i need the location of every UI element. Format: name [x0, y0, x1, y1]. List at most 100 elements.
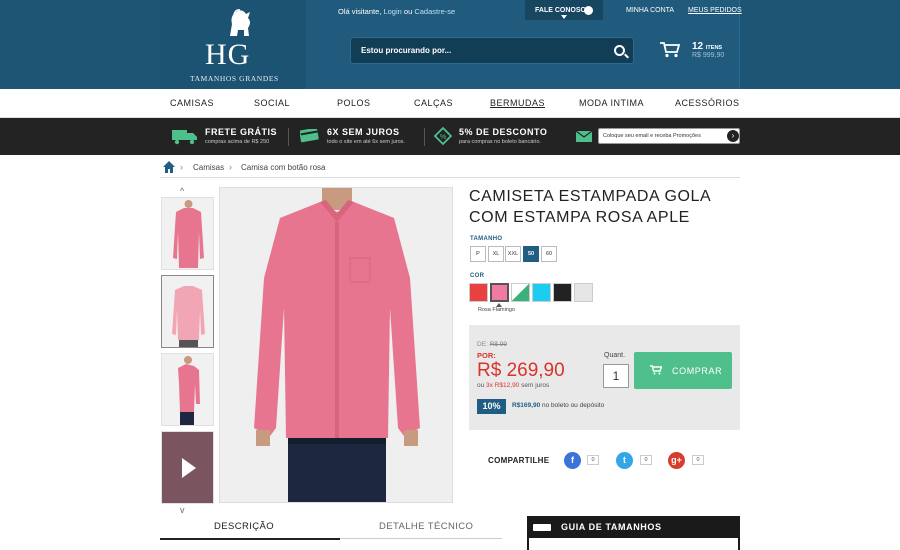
size-option-xl[interactable]: XL	[488, 246, 504, 262]
mail-icon	[576, 131, 592, 142]
size-guide-body	[529, 538, 738, 550]
newsletter-submit-button[interactable]: ›	[727, 130, 739, 142]
google-plus-share-icon[interactable]: g+	[668, 452, 685, 469]
size-guide-label: GUIA DE TAMANHOS	[561, 522, 662, 532]
welcome-prefix: Olá visitante,	[338, 7, 382, 16]
register-link[interactable]: Cadastre-se	[414, 7, 455, 16]
breadcrumb-item-current: Camisa com botão rosa	[241, 163, 326, 172]
color-swatch-white-green[interactable]	[511, 283, 530, 302]
logo-subtitle: TAMANHOS GRANDES	[190, 74, 279, 83]
nav-item-moda-intima[interactable]: MODA INTIMA	[579, 98, 644, 108]
account-link[interactable]: MINHA CONTA	[626, 7, 674, 14]
quantity-input[interactable]: 1	[603, 364, 629, 388]
size-option-60[interactable]: 60	[541, 246, 557, 262]
promo-sub-desconto: para compras no boleto bancário.	[459, 139, 541, 145]
tab-technical-details[interactable]: DETALHE TÉCNICO	[379, 521, 473, 532]
buy-label: COMPRAR	[672, 366, 723, 376]
home-icon[interactable]	[163, 161, 175, 173]
old-price: DE: R$ 99	[477, 341, 507, 348]
discount-value: R$169,90	[512, 402, 541, 409]
promo-title-frete: FRETE GRÁTIS	[205, 127, 278, 137]
old-price-value: R$ 99	[489, 341, 508, 348]
nav-item-camisas[interactable]: CAMISAS	[170, 98, 214, 108]
color-label: COR	[470, 273, 485, 279]
cart-items-label: ITENS	[705, 45, 723, 51]
discount-text: R$169,90 no boleto ou depósito	[512, 402, 604, 409]
installments: ou 3x R$12,90 sem juros	[477, 382, 549, 389]
newsletter-placeholder: Coloque seu email e receba Promoções	[603, 133, 701, 139]
shirt-side-thumbnail-icon	[162, 354, 213, 425]
caret-down-icon	[561, 15, 567, 19]
lion-logo-icon	[230, 9, 250, 36]
color-swatch-cyan[interactable]	[532, 283, 551, 302]
size-option-50[interactable]: 50	[523, 246, 539, 262]
color-swatch-black[interactable]	[553, 283, 572, 302]
main-nav: CAMISAS SOCIAL POLOS CALÇAS BERMUDAS MOD…	[0, 89, 900, 118]
pink-shirt-model-image	[220, 188, 452, 502]
credit-card-icon	[300, 129, 319, 143]
size-option-p[interactable]: P	[470, 246, 486, 262]
installments-suffix: sem juros	[521, 382, 550, 389]
share-label: COMPARTILHE	[488, 456, 550, 465]
facebook-share-icon[interactable]: f	[564, 452, 581, 469]
discount-badge: 10%	[477, 399, 506, 414]
color-swatch-light-gray[interactable]	[574, 283, 593, 302]
truck-icon	[172, 130, 197, 145]
google-plus-share-count: 0	[692, 455, 704, 465]
price: R$ 269,90	[477, 360, 565, 381]
promo-title-juros: 6X SEM JUROS	[327, 127, 400, 137]
chat-icon	[584, 6, 593, 15]
color-swatch-red[interactable]	[469, 283, 488, 302]
login-link[interactable]: Login	[383, 7, 401, 16]
nav-item-bermudas[interactable]: BERMUDAS	[490, 98, 545, 108]
breadcrumb-item-camisas[interactable]: Camisas	[193, 163, 224, 172]
size-option-xxl[interactable]: XXL	[505, 246, 521, 262]
search-input[interactable]: Estou procurando por...	[361, 46, 451, 55]
search-bar[interactable]: Estou procurando por...	[350, 37, 634, 64]
cart-total: R$ 999,90	[692, 52, 725, 59]
breadcrumb-separator-icon: ›	[180, 162, 183, 172]
cart-icon[interactable]	[660, 42, 680, 58]
tab-description[interactable]: DESCRIÇÃO	[214, 521, 274, 532]
new-price-label: POR:	[477, 351, 496, 360]
gallery-down-arrow-icon[interactable]: v	[180, 505, 185, 515]
promo-sub-frete: compras acima de R$ 250	[205, 139, 270, 145]
gallery-up-arrow-icon[interactable]: ^	[180, 186, 184, 196]
installments-prefix: ou	[477, 382, 485, 389]
welcome-text: Olá visitante, Login ou Cadastre-se	[338, 7, 455, 16]
twitter-share-icon[interactable]: t	[616, 452, 633, 469]
promo-divider	[288, 128, 289, 146]
discount-description: no boleto ou depósito	[542, 402, 605, 409]
tab-description-underline	[160, 538, 340, 540]
or-text: ou	[403, 7, 413, 16]
installments-value: 3x R$12,90	[486, 382, 520, 389]
breadcrumb-divider	[160, 177, 740, 178]
nav-item-calcas[interactable]: CALÇAS	[414, 98, 453, 108]
selected-color-name: Rosa Flamingo	[478, 307, 515, 313]
gallery-thumbnail[interactable]	[161, 353, 214, 426]
buy-button[interactable]: COMPRAR	[634, 352, 732, 389]
color-swatch-pink[interactable]	[490, 283, 509, 302]
gallery-thumbnail[interactable]	[161, 275, 214, 348]
tab-technical-underline	[340, 538, 502, 539]
facebook-share-count: 0	[587, 455, 599, 465]
nav-item-acessorios[interactable]: ACESSÓRIOS	[675, 98, 740, 108]
size-guide-panel[interactable]: GUIA DE TAMANHOS	[527, 516, 740, 550]
search-icon[interactable]	[614, 45, 625, 56]
svg-text:%: %	[440, 134, 446, 141]
cart-count[interactable]: 12 ITENS	[692, 41, 722, 52]
orders-link[interactable]: MEUS PEDIDOS	[688, 7, 742, 14]
logo-text: HG	[205, 38, 251, 71]
breadcrumb-separator-icon: ›	[229, 162, 232, 172]
quantity-label: Quant.	[604, 352, 626, 359]
nav-item-social[interactable]: SOCIAL	[254, 98, 290, 108]
play-icon	[162, 432, 213, 503]
newsletter-input[interactable]: Coloque seu email e receba Promoções ›	[598, 128, 740, 144]
old-price-label: DE:	[477, 341, 488, 348]
main-product-image[interactable]	[219, 187, 453, 503]
cart-icon	[650, 365, 662, 375]
gallery-video-thumbnail[interactable]	[161, 431, 214, 504]
discount-tag-icon: %	[434, 127, 452, 145]
gallery-thumbnail[interactable]	[161, 197, 214, 270]
nav-item-polos[interactable]: POLOS	[337, 98, 371, 108]
